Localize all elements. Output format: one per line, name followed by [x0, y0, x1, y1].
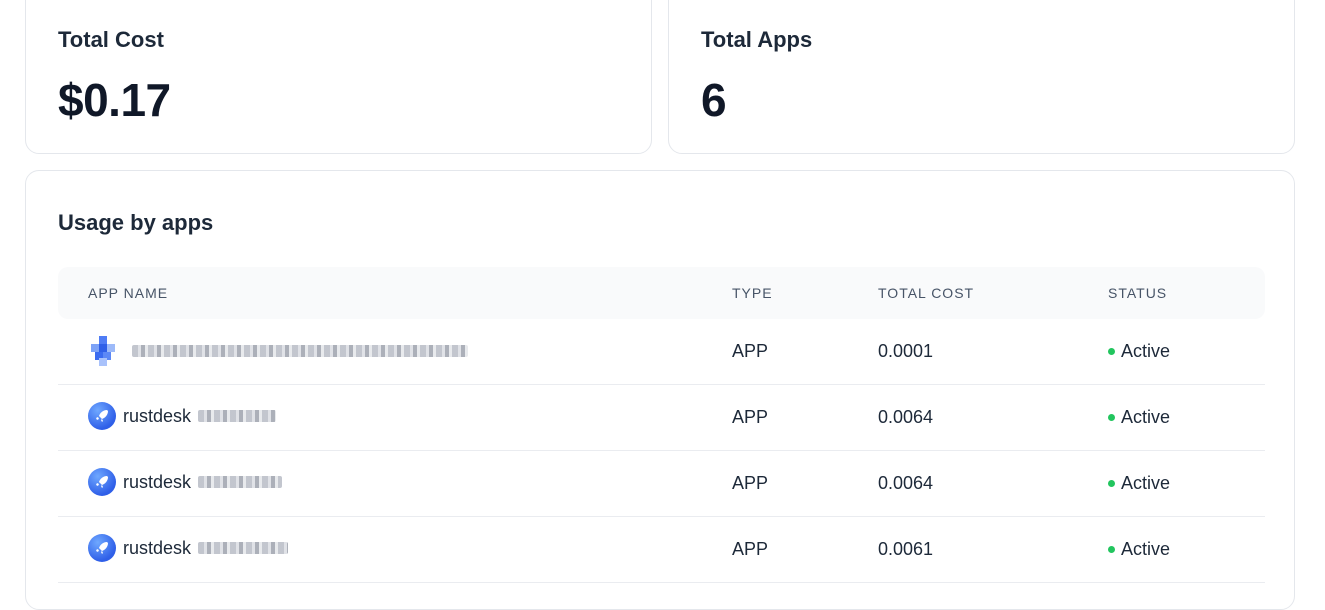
rocket-icon [88, 468, 116, 496]
cost-cell: 0.0064 [878, 407, 934, 427]
status-text: Active [1121, 539, 1171, 559]
column-header-app-name[interactable]: APP NAME [88, 285, 168, 301]
app-name-cell[interactable]: rustdesk [88, 468, 283, 496]
redacted-text [198, 542, 289, 554]
section-title: Usage by apps [58, 210, 214, 235]
status-cell: Active [1108, 539, 1170, 560]
table-row[interactable]: rustdesk APP 0.0064 Active [58, 385, 1265, 451]
table-row[interactable]: APP 0.0001 Active [58, 319, 1265, 385]
table-header: APP NAME TYPE TOTAL COST STATUS [58, 267, 1265, 319]
status-text: Active [1121, 341, 1171, 361]
cost-cell: 0.0064 [878, 473, 934, 493]
rocket-icon [88, 402, 116, 430]
status-cell: Active [1108, 341, 1170, 362]
table-row[interactable]: rustdesk APP 0.0064 Active [58, 451, 1265, 517]
app-name-cell[interactable] [88, 336, 468, 366]
cost-cell: 0.0001 [878, 341, 934, 361]
total-cost-value: $0.17 [58, 74, 171, 126]
total-apps-label: Total Apps [701, 27, 813, 52]
status-cell: Active [1108, 473, 1170, 494]
app-name-cell[interactable]: rustdesk [88, 402, 277, 430]
table-row[interactable]: rustdesk APP 0.0061 Active [58, 517, 1265, 583]
status-text: Active [1121, 473, 1171, 493]
type-cell: APP [732, 539, 769, 559]
status-dot-icon [1108, 546, 1115, 553]
total-apps-card: Total Apps 6 [668, 0, 1295, 154]
total-cost-label: Total Cost [58, 27, 164, 52]
column-header-status[interactable]: STATUS [1108, 285, 1167, 301]
app-name-text: rustdesk [123, 537, 192, 558]
type-cell: APP [732, 473, 769, 493]
usage-table: APP NAME TYPE TOTAL COST STATUS APP 0.00… [58, 267, 1265, 583]
status-text: Active [1121, 407, 1171, 427]
cost-cell: 0.0061 [878, 539, 934, 559]
status-dot-icon [1108, 414, 1115, 421]
status-cell: Active [1108, 407, 1170, 428]
type-cell: APP [732, 407, 769, 427]
app-name-text: rustdesk [123, 405, 192, 426]
usage-by-apps-card: Usage by apps APP NAME TYPE TOTAL COST S… [25, 170, 1295, 610]
app-name-cell[interactable]: rustdesk [88, 534, 289, 562]
total-cost-card: Total Cost $0.17 [25, 0, 652, 154]
redacted-text [198, 476, 283, 488]
type-cell: APP [732, 341, 769, 361]
total-apps-value: 6 [701, 74, 727, 126]
redacted-text [132, 345, 468, 357]
status-dot-icon [1108, 348, 1115, 355]
app-name-text: rustdesk [123, 471, 192, 492]
status-dot-icon [1108, 480, 1115, 487]
column-header-total-cost[interactable]: TOTAL COST [878, 285, 974, 301]
redacted-text [198, 410, 277, 422]
app-icon [88, 336, 118, 366]
column-header-type[interactable]: TYPE [732, 285, 773, 301]
rocket-icon [88, 534, 116, 562]
